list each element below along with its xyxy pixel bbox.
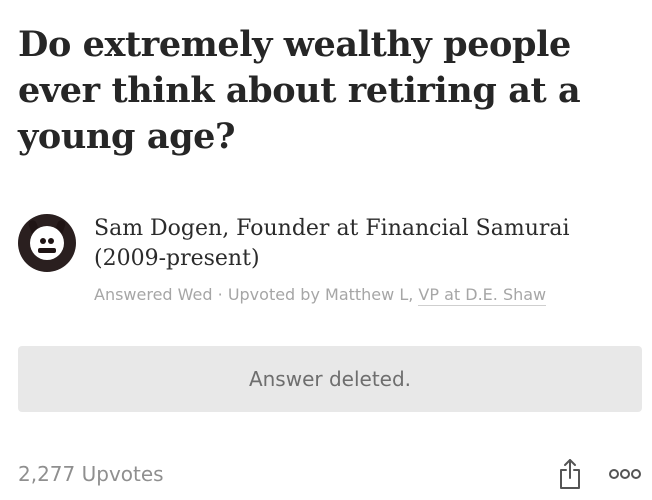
- meta-separator: ·: [212, 285, 228, 304]
- avatar[interactable]: [18, 214, 76, 272]
- question-title[interactable]: Do extremely wealthy people ever think a…: [18, 22, 638, 160]
- footer-actions: [558, 458, 642, 490]
- answer-meta: Answered Wed · Upvoted by Matthew L, VP …: [94, 284, 638, 306]
- answered-date[interactable]: Answered Wed: [94, 285, 213, 304]
- share-icon[interactable]: [558, 458, 582, 490]
- author-info: Sam Dogen, Founder at Financial Samurai …: [94, 214, 638, 306]
- upvoter-credential[interactable]: VP at D.E. Shaw: [418, 285, 547, 306]
- upvoted-by: Upvoted by Matthew L,: [227, 285, 419, 304]
- answer-footer: 2,277 Upvotes: [18, 456, 642, 492]
- more-options-icon[interactable]: [608, 468, 642, 480]
- author-credential[interactable]: Sam Dogen, Founder at Financial Samurai …: [94, 214, 638, 274]
- upvote-count[interactable]: 2,277 Upvotes: [18, 462, 164, 486]
- author-row: Sam Dogen, Founder at Financial Samurai …: [18, 214, 638, 306]
- answer-page: Do extremely wealthy people ever think a…: [0, 0, 652, 500]
- deleted-answer-text: Answer deleted.: [248, 367, 412, 391]
- deleted-answer-box: Answer deleted.: [18, 346, 642, 412]
